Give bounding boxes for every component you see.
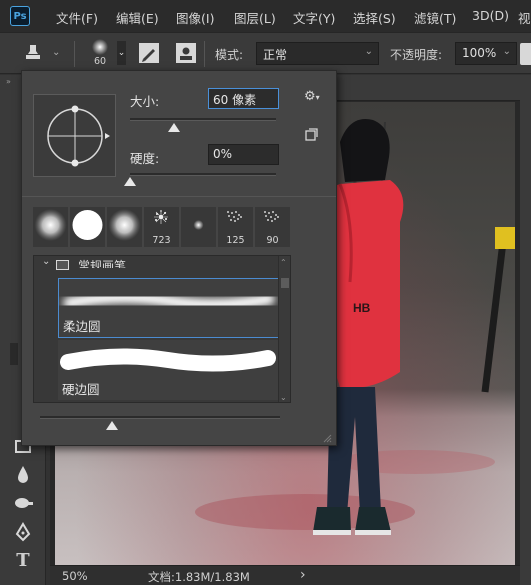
brush-list-scrollbar[interactable]: ⌃ ⌄ (278, 256, 290, 402)
menu-filter[interactable]: 滤镜(T) (414, 8, 456, 27)
brush-settings-toggle-icon[interactable] (139, 43, 159, 63)
status-menu-arrow-icon[interactable]: › (300, 567, 306, 583)
brush-preset-small-dot[interactable] (181, 207, 216, 247)
small-dot-brush-tip-icon (193, 220, 204, 230)
menu-image[interactable]: 图像(I) (176, 8, 214, 27)
brush-name: 柔边圆 (63, 319, 101, 334)
type-tool-icon[interactable]: T (11, 549, 35, 573)
active-tool-indicator (10, 343, 18, 365)
zoom-level[interactable]: 50% (62, 569, 88, 583)
brush-preset-splatter[interactable]: 723 (144, 207, 179, 247)
preset-size-label: 90 (266, 235, 279, 246)
resize-grip-icon[interactable] (322, 432, 332, 443)
soft-round-brush-tip-icon (34, 209, 67, 241)
brush-list: ⌄ 常规画笔 柔边圆 硬边圆 ⌃ ⌄ (33, 255, 291, 403)
collapse-icon[interactable]: » (6, 77, 11, 86)
preview-size-slider-track[interactable] (40, 416, 280, 419)
svg-text:HB: HB (353, 301, 371, 315)
brush-preset-soft-round[interactable] (33, 207, 68, 247)
menu-bar: Ps 文件(F) 编辑(E) 图像(I) 图层(L) 文字(Y) 选择(S) 滤… (0, 0, 531, 32)
brush-folder[interactable]: ⌄ 常规画笔 (34, 256, 280, 274)
soft-round-brush-tip-icon (108, 209, 141, 241)
menu-type[interactable]: 文字(Y) (293, 8, 335, 27)
recent-brush-presets: 723 125 90 (33, 207, 291, 247)
hardness-input[interactable]: 0% (208, 144, 279, 165)
scrollbar-thumb[interactable] (281, 278, 289, 288)
mode-select[interactable]: 正常 ⌄ (256, 42, 379, 65)
separator (74, 41, 75, 67)
menu-edit[interactable]: 编辑(E) (116, 8, 159, 27)
size-slider-thumb[interactable] (167, 123, 180, 132)
chevron-down-icon: ⌄ (502, 46, 511, 57)
options-bar: ⌄ 60 ⌄ 模式: 正常 ⌄ 不透明度: 100% ⌄ (0, 32, 531, 74)
brush-name: 硬边圆 (62, 382, 100, 397)
menu-view[interactable]: 视 (518, 8, 531, 27)
pressure-opacity-icon[interactable] (520, 43, 531, 65)
hardness-slider-track[interactable] (130, 173, 276, 176)
hardness-label: 硬度: (130, 151, 160, 166)
brush-item-hard-round[interactable]: 硬边圆 (58, 340, 280, 400)
brush-preset-picker: 大小: 60 像素 ⚙▾ 硬度: 0% 723 125 90 ⌄ 常规画笔 柔边圆 … (21, 70, 337, 446)
opacity-input[interactable]: 100% ⌄ (455, 42, 517, 65)
brush-tool-preset-icon[interactable] (22, 42, 44, 67)
divider (22, 196, 336, 197)
dodge-tool-icon[interactable] (11, 492, 35, 516)
mode-label: 模式: (215, 48, 244, 62)
brush-picker-chevron-icon[interactable]: ⌄ (117, 41, 126, 65)
folder-name: 常规画笔 (78, 259, 127, 273)
chevron-down-icon: ⌄ (364, 46, 373, 57)
right-panel-strip (520, 75, 531, 585)
preview-size-slider-thumb[interactable] (106, 421, 118, 430)
document-info: 文档:1.83M/1.83M (148, 570, 250, 584)
photoshop-logo: Ps (10, 6, 30, 26)
chevron-down-icon[interactable]: ⌄ (42, 256, 50, 267)
separator (204, 41, 205, 67)
size-slider-track[interactable] (130, 118, 276, 121)
scroll-down-icon[interactable]: ⌄ (280, 393, 287, 402)
size-input[interactable]: 60 像素 (208, 88, 279, 109)
brush-preset-spray[interactable]: 90 (255, 207, 290, 247)
blur-tool-icon[interactable] (11, 463, 35, 487)
opacity-value: 100% (462, 46, 497, 60)
brush-picker-button[interactable]: 60 (86, 38, 114, 70)
status-bar: 50% 文档:1.83M/1.83M › (50, 565, 520, 585)
menu-3d[interactable]: 3D(D) (472, 8, 509, 23)
brush-preset-spray[interactable]: 125 (218, 207, 253, 247)
brush-angle-preview[interactable] (33, 94, 116, 177)
pen-tool-icon[interactable] (11, 521, 35, 545)
tool-preset-chevron-icon[interactable]: ⌄ (52, 47, 60, 58)
clone-source-icon[interactable] (176, 43, 196, 63)
mode-value: 正常 (263, 48, 288, 62)
brush-item-soft-round[interactable]: 柔边圆 (58, 278, 280, 338)
preset-size-label: 723 (152, 235, 171, 246)
brush-preset-soft-round[interactable] (107, 207, 142, 247)
preset-size-label: 125 (226, 235, 245, 246)
hardness-slider-thumb[interactable] (124, 177, 136, 186)
menu-select[interactable]: 选择(S) (353, 8, 396, 27)
brush-preset-hard-round[interactable] (70, 207, 105, 247)
size-label: 大小: (130, 94, 160, 109)
opacity-label: 不透明度: (390, 48, 443, 62)
new-preset-icon[interactable] (304, 128, 318, 142)
menu-layer[interactable]: 图层(L) (234, 8, 276, 27)
brush-size-readout: 60 (93, 56, 107, 67)
scroll-up-icon[interactable]: ⌃ (280, 258, 287, 267)
folder-icon (56, 260, 69, 270)
gear-icon[interactable]: ⚙▾ (304, 89, 324, 105)
menu-file[interactable]: 文件(F) (56, 8, 98, 27)
hard-round-brush-tip-icon (72, 210, 103, 240)
